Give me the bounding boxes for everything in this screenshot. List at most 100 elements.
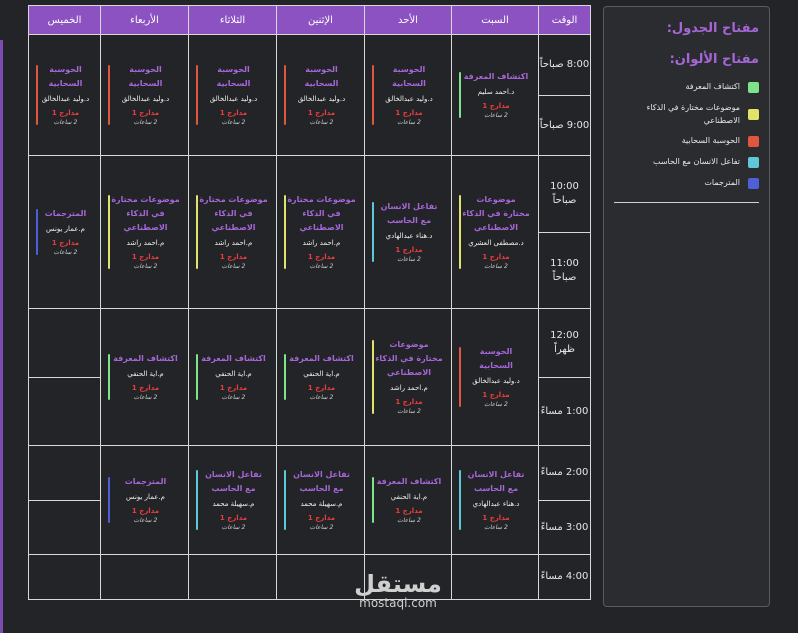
category-bar	[284, 195, 286, 269]
category-bar	[284, 470, 286, 530]
legend-label: موضوعات مختارة في الذكاء الاصطناعي	[646, 102, 740, 125]
schedule-cell[interactable]: اكتشاف المعرفة م.اية الحنفي مدارج 1 2 سا…	[364, 445, 452, 555]
schedule-cell[interactable]: اكتشاف المعرفة د.احمد سليم مدارج 1 2 ساع…	[451, 34, 539, 156]
teacher-label: د.وليد عبدالخالق	[297, 95, 346, 103]
class-entry[interactable]: موضوعات مختارة في الذكاء الاصطناعي م.احم…	[189, 187, 276, 277]
class-entry[interactable]: اكتشاف المعرفة م.اية الحنفي مدارج 1 2 سا…	[101, 346, 188, 408]
subject-label: اكتشاف المعرفة	[113, 354, 178, 363]
class-entry[interactable]: الحوسبة السحابية د.وليد عبدالخالق مدارج …	[101, 57, 188, 133]
schedule-cell[interactable]: الحوسبة السحابية د.وليد عبدالخالق مدارج …	[276, 34, 365, 156]
duration-label: 2 ساعات	[309, 119, 334, 126]
schedule-cell[interactable]: تفاعل الانسان مع الحاسب م.سهيلة محمد مدا…	[188, 445, 277, 555]
class-entry[interactable]: تفاعل الانسان مع الحاسب د.هناء عبدالهادي…	[452, 462, 538, 538]
class-entry[interactable]: تفاعل الانسان مع الحاسب م.سهيلة محمد مدا…	[189, 462, 276, 538]
schedule-cell[interactable]: الحوسبة السحابية د.وليد عبدالخالق مدارج …	[28, 34, 101, 156]
schedule-cell[interactable]: موضوعات مختارة في الذكاء الاصطناعي م.احم…	[188, 155, 277, 309]
schedule-cell[interactable]: موضوعات مختارة في الذكاء الاصطناعي م.احم…	[364, 308, 452, 446]
header-thursday: الخميس	[28, 5, 101, 35]
panel-title: مفتاح الجدول:	[666, 21, 759, 36]
schedule-cell[interactable]: تفاعل الانسان مع الحاسب م.سهيلة محمد مدا…	[276, 445, 365, 555]
schedule-cell[interactable]: موضوعات مختارة في الذكاء الاصطناعي م.احم…	[100, 155, 189, 309]
schedule-cell[interactable]: الحوسبة السحابية د.وليد عبدالخالق مدارج …	[364, 34, 452, 156]
class-entry[interactable]: موضوعات مختارة في الذكاء الاصطناعي م.احم…	[277, 187, 364, 277]
subject-label: الحوسبة السحابية	[128, 65, 163, 88]
empty-cell[interactable]	[451, 554, 539, 600]
class-entry[interactable]: المترجمات م.عمار يونس مدارج 1 2 ساعات	[29, 201, 100, 263]
subject-label: موضوعات مختارة في الذكاء الاصطناعي	[462, 195, 530, 232]
subject-label: تفاعل الانسان مع الحاسب	[467, 470, 525, 493]
class-entry[interactable]: اكتشاف المعرفة م.اية الحنفي مدارج 1 2 سا…	[365, 469, 451, 531]
legend-title: مفتاح الألوان:	[669, 52, 759, 67]
category-bar	[196, 470, 198, 530]
empty-cell[interactable]	[28, 308, 101, 378]
teacher-label: م.احمد راشد	[302, 239, 341, 247]
class-entry[interactable]: اكتشاف المعرفة د.احمد سليم مدارج 1 2 ساع…	[452, 64, 538, 126]
schedule-cell[interactable]: المترجمات م.عمار يونس مدارج 1 2 ساعات	[28, 155, 101, 309]
schedule-cell[interactable]: اكتشاف المعرفة م.اية الحنفي مدارج 1 2 سا…	[100, 308, 189, 446]
class-entry[interactable]: الحوسبة السحابية د.وليد عبدالخالق مدارج …	[277, 57, 364, 133]
subject-label: اكتشاف المعرفة	[463, 72, 529, 81]
teacher-label: م.اية الحنفي	[127, 370, 164, 378]
empty-cell[interactable]	[28, 554, 101, 600]
subject-label: المترجمات	[124, 477, 167, 486]
schedule-cell[interactable]: تفاعل الانسان مع الحاسب د.هناء عبدالهادي…	[451, 445, 539, 555]
subject-label: اكتشاف المعرفة	[201, 354, 266, 363]
schedule-cell[interactable]: الحوسبة السحابية د.وليد عبدالخالق مدارج …	[188, 34, 277, 156]
time-cell: 11:00 صباحاً	[538, 232, 591, 309]
class-entry[interactable]: موضوعات مختارة في الذكاء الاصطناعي د.مصط…	[452, 187, 538, 277]
duration-label: 2 ساعات	[221, 119, 246, 126]
duration-label: 2 ساعات	[397, 517, 421, 524]
duration-label: 2 ساعات	[221, 394, 246, 401]
hall-label: مدارج 1	[219, 383, 248, 392]
duration-label: 2 ساعات	[133, 119, 158, 126]
class-entry[interactable]: اكتشاف المعرفة م.اية الحنفي مدارج 1 2 سا…	[189, 346, 276, 408]
duration-label: 2 ساعات	[309, 263, 334, 270]
schedule-cell[interactable]: موضوعات مختارة في الذكاء الاصطناعي د.مصط…	[451, 155, 539, 309]
hall-label: مدارج 1	[482, 513, 510, 522]
hall-label: مدارج 1	[219, 513, 248, 522]
time-cell: 1:00 مساءً	[538, 377, 591, 446]
schedule-cell[interactable]: تفاعل الانسان مع الحاسب د.هناء عبدالهادي…	[364, 155, 452, 309]
legend-swatch	[748, 157, 759, 169]
hall-label: مدارج 1	[131, 108, 160, 117]
header-saturday: السبت	[451, 5, 539, 35]
class-entry[interactable]: الحوسبة السحابية د.وليد عبدالخالق مدارج …	[29, 57, 100, 133]
subject-label: الحوسبة السحابية	[48, 65, 83, 88]
subject-label: تفاعل الانسان مع الحاسب	[205, 470, 262, 493]
teacher-label: م.اية الحنفي	[390, 493, 428, 501]
empty-cell[interactable]	[100, 554, 189, 600]
watermark-latin: mostaql.com	[359, 596, 437, 610]
duration-label: 2 ساعات	[484, 401, 508, 408]
class-entry[interactable]: الحوسبة السحابية د.وليد عبدالخالق مدارج …	[452, 339, 538, 415]
class-entry[interactable]: تفاعل الانسان مع الحاسب م.سهيلة محمد مدا…	[277, 462, 364, 538]
hall-label: مدارج 1	[482, 252, 510, 261]
class-entry[interactable]: الحوسبة السحابية د.وليد عبدالخالق مدارج …	[365, 57, 451, 133]
schedule-cell[interactable]: موضوعات مختارة في الذكاء الاصطناعي م.احم…	[276, 155, 365, 309]
teacher-label: د.وليد عبدالخالق	[472, 377, 520, 385]
time-cell: 9:00 صباحاً	[538, 95, 591, 156]
class-entry[interactable]: اكتشاف المعرفة م.اية الحنفي مدارج 1 2 سا…	[277, 346, 364, 408]
class-entry[interactable]: الحوسبة السحابية د.وليد عبدالخالق مدارج …	[189, 57, 276, 133]
category-bar	[108, 354, 110, 400]
teacher-label: د.وليد عبدالخالق	[209, 95, 258, 103]
legend-item: موضوعات مختارة في الذكاء الاصطناعي	[604, 102, 769, 128]
schedule-cell[interactable]: اكتشاف المعرفة م.اية الحنفي مدارج 1 2 سا…	[276, 308, 365, 446]
class-entry[interactable]: تفاعل الانسان مع الحاسب د.هناء عبدالهادي…	[365, 194, 451, 270]
legend-item: الحوسبة السحابية	[604, 135, 769, 148]
category-bar	[108, 65, 110, 125]
category-bar	[196, 65, 198, 125]
empty-cell[interactable]	[28, 500, 101, 555]
class-entry[interactable]: موضوعات مختارة في الذكاء الاصطناعي م.احم…	[101, 187, 188, 277]
schedule-cell[interactable]: المترجمات م.عمار يونس مدارج 1 2 ساعات	[100, 445, 189, 555]
hall-label: مدارج 1	[395, 108, 423, 117]
schedule-cell[interactable]: الحوسبة السحابية د.وليد عبدالخالق مدارج …	[100, 34, 189, 156]
subject-label: الحوسبة السحابية	[216, 65, 251, 88]
empty-cell[interactable]	[188, 554, 277, 600]
schedule-cell[interactable]: الحوسبة السحابية د.وليد عبدالخالق مدارج …	[451, 308, 539, 446]
class-entry[interactable]: المترجمات م.عمار يونس مدارج 1 2 ساعات	[101, 469, 188, 531]
empty-cell[interactable]	[28, 445, 101, 501]
teacher-label: م.اية الحنفي	[303, 370, 340, 378]
schedule-cell[interactable]: اكتشاف المعرفة م.اية الحنفي مدارج 1 2 سا…	[188, 308, 277, 446]
class-entry[interactable]: موضوعات مختارة في الذكاء الاصطناعي م.احم…	[365, 332, 451, 422]
empty-cell[interactable]	[28, 377, 101, 446]
